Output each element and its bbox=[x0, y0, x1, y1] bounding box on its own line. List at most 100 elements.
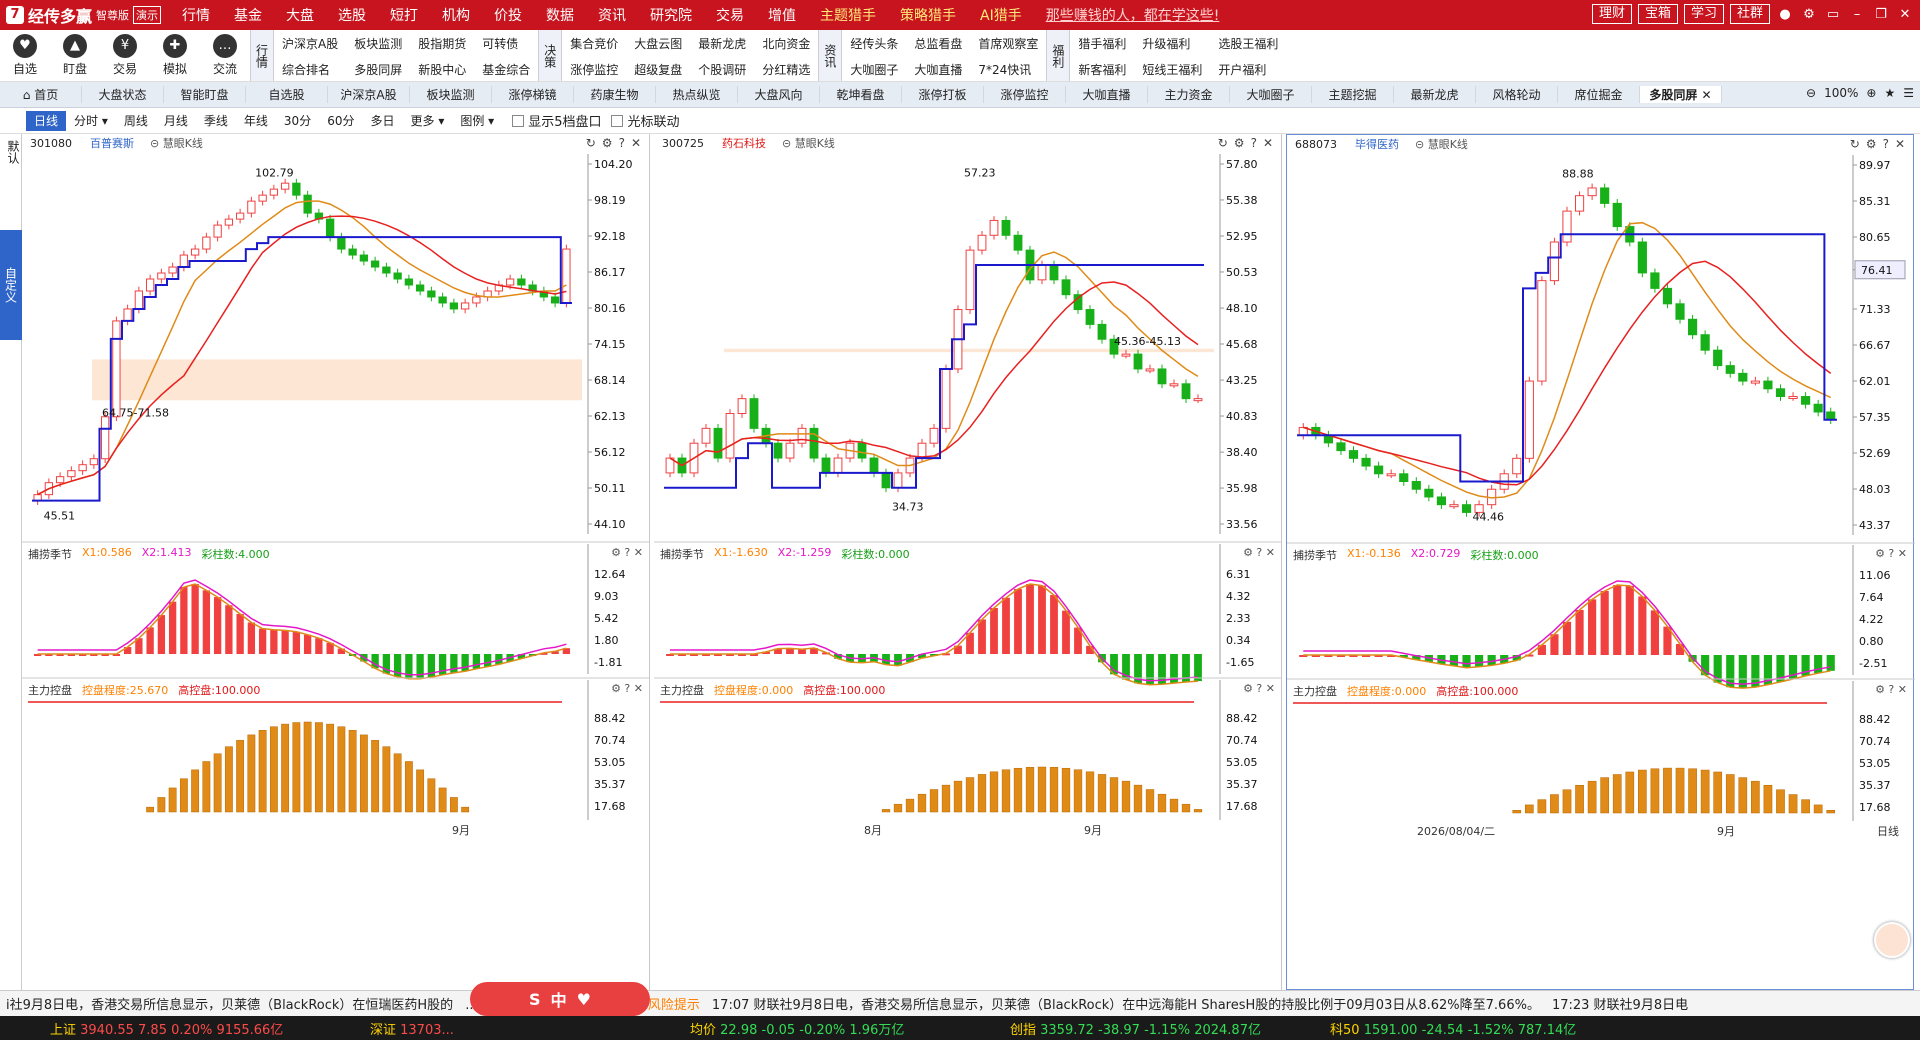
topnav-item[interactable]: 研究院 bbox=[638, 5, 704, 25]
tab-item[interactable]: 大咖直播 bbox=[1066, 86, 1148, 103]
zoom-out-icon[interactable]: ⊖ bbox=[1806, 86, 1816, 100]
checkbox-box[interactable] bbox=[512, 114, 525, 127]
indicator-title[interactable]: 主力控盘 bbox=[1293, 683, 1337, 699]
function-link[interactable]: 沪深京A股 bbox=[274, 35, 346, 52]
topnav-item[interactable]: 价投 bbox=[482, 5, 534, 25]
function-link[interactable]: 多股同屏 bbox=[346, 61, 410, 78]
top-button[interactable]: 宝箱 bbox=[1637, 4, 1678, 24]
topnav-item[interactable]: 大盘 bbox=[274, 5, 326, 25]
float-button[interactable]: ♥ bbox=[577, 990, 591, 1009]
assistant-avatar[interactable] bbox=[1874, 922, 1910, 958]
demo-badge[interactable]: 演示 bbox=[133, 6, 162, 24]
tab-item[interactable]: 热点纵览 bbox=[656, 86, 738, 103]
app-logo[interactable]: 7 经传多赢 智尊版 演示 bbox=[0, 3, 170, 27]
indicator-title[interactable]: 主力控盘 bbox=[660, 682, 704, 698]
function-link[interactable]: 北向资金 bbox=[754, 35, 818, 52]
checkbox-box[interactable] bbox=[611, 114, 624, 127]
topnav-item[interactable]: 基金 bbox=[222, 5, 274, 25]
more-icon[interactable]: ☰ bbox=[1903, 86, 1914, 100]
tab-item[interactable]: 涨停打板 bbox=[902, 86, 984, 103]
news-item[interactable]: i社9月8日电，香港交易所信息显示，贝莱德（BlackRock）在恒瑞医药H股的 bbox=[0, 994, 459, 1013]
tab-item[interactable]: 涨停梯镜 bbox=[492, 86, 574, 103]
function-link[interactable]: 涨停监控 bbox=[562, 61, 626, 78]
period-button[interactable]: 60分 bbox=[319, 112, 362, 129]
function-link[interactable]: 个股调研 bbox=[690, 61, 754, 78]
function-link[interactable]: 集合竞价 bbox=[562, 35, 626, 52]
function-link[interactable]: 大咖圈子 bbox=[842, 61, 906, 78]
indicator-title[interactable]: 捕捞季节 bbox=[1293, 547, 1337, 563]
tab-item[interactable]: 席位掘金 bbox=[1558, 86, 1640, 103]
top-button[interactable]: 社群 bbox=[1729, 4, 1770, 24]
index-item[interactable]: 深证 13703... bbox=[320, 1019, 640, 1038]
topnav-item[interactable]: 策略猎手 bbox=[888, 5, 968, 25]
tab-item[interactable]: 自选股 bbox=[246, 86, 328, 103]
tab-item[interactable]: 沪深京A股 bbox=[328, 86, 410, 103]
checkbox[interactable]: 光标联动 bbox=[611, 111, 679, 130]
period-button[interactable]: 分时 ▾ bbox=[66, 112, 116, 129]
function-link[interactable]: 首席观察室 bbox=[970, 35, 1046, 52]
topnav-item[interactable]: 行情 bbox=[170, 5, 222, 25]
function-link[interactable]: 新客福利 bbox=[1070, 61, 1134, 78]
left-nav-default[interactable]: 默认 bbox=[0, 134, 22, 170]
big-button[interactable]: ✚ 模拟 bbox=[150, 30, 200, 81]
index-item[interactable]: 科50 1591.00 -24.54 -1.52% 787.14亿 bbox=[1280, 1019, 1600, 1038]
close-icon[interactable]: ✕ bbox=[1896, 7, 1914, 22]
function-link[interactable]: 总监看盘 bbox=[906, 35, 970, 52]
top-button[interactable]: 理财 bbox=[1591, 4, 1632, 24]
function-link[interactable]: 分红精选 bbox=[754, 61, 818, 78]
period-button[interactable]: 图例 ▾ bbox=[452, 112, 502, 129]
function-link[interactable]: 新股中心 bbox=[410, 61, 474, 78]
indicator-title[interactable]: 主力控盘 bbox=[28, 682, 72, 698]
tab-item[interactable]: 板块监测 bbox=[410, 86, 492, 103]
topnav-item[interactable]: 交易 bbox=[704, 5, 756, 25]
tab-item[interactable]: 主题挖掘 bbox=[1312, 86, 1394, 103]
minimize-icon[interactable]: – bbox=[1848, 7, 1866, 22]
function-link[interactable]: 大盘云图 bbox=[626, 35, 690, 52]
float-button[interactable]: 中 bbox=[551, 987, 567, 1011]
restore-icon[interactable]: ❐ bbox=[1872, 7, 1890, 22]
topnav-item[interactable]: 增值 bbox=[756, 5, 808, 25]
float-button[interactable]: S bbox=[529, 990, 541, 1009]
index-item[interactable]: 创指 3359.72 -38.97 -1.15% 2024.87亿 bbox=[960, 1019, 1280, 1038]
period-button[interactable]: 月线 bbox=[156, 112, 196, 129]
tab-item[interactable]: 涨停监控 bbox=[984, 86, 1066, 103]
indicator-title[interactable]: 捕捞季节 bbox=[28, 546, 72, 562]
tab-item[interactable]: 主力资金 bbox=[1148, 86, 1230, 103]
tab-item[interactable]: 药康生物 bbox=[574, 86, 656, 103]
big-button[interactable]: … 交流 bbox=[200, 30, 250, 81]
topnav-item[interactable]: AI猎手 bbox=[968, 5, 1034, 25]
topnav-item[interactable]: 选股 bbox=[326, 5, 378, 25]
topnav-item[interactable]: 短打 bbox=[378, 5, 430, 25]
function-link[interactable]: 可转债 bbox=[474, 35, 538, 52]
big-button[interactable]: ♥ 自选 bbox=[0, 30, 50, 81]
top-button[interactable]: 学习 bbox=[1683, 4, 1724, 24]
function-link[interactable]: 板块监测 bbox=[346, 35, 410, 52]
tab-item[interactable]: 多股同屏 ✕ bbox=[1640, 86, 1722, 103]
tab-item[interactable]: 大盘状态 bbox=[82, 86, 164, 103]
function-link[interactable]: 超级复盘 bbox=[626, 61, 690, 78]
function-link[interactable]: 综合排名 bbox=[274, 61, 346, 78]
function-link[interactable]: 经传头条 bbox=[842, 35, 906, 52]
tab-item[interactable]: ⌂ 首页 bbox=[0, 86, 82, 103]
news-ticker[interactable]: i社9月8日电，香港交易所信息显示，贝莱德（BlackRock）在恒瑞医药H股的… bbox=[0, 990, 1920, 1016]
tab-item[interactable]: 风格轮动 bbox=[1476, 86, 1558, 103]
tab-item[interactable]: 大咖圈子 bbox=[1230, 86, 1312, 103]
period-button[interactable]: 30分 bbox=[276, 112, 319, 129]
tab-item[interactable]: 智能盯盘 bbox=[164, 86, 246, 103]
function-link[interactable]: 最新龙虎 bbox=[690, 35, 754, 52]
function-link[interactable]: 7*24快讯 bbox=[970, 61, 1046, 78]
period-button[interactable]: 多日 bbox=[362, 112, 402, 129]
tab-item[interactable]: 最新龙虎 bbox=[1394, 86, 1476, 103]
gear-icon[interactable]: ⚙ bbox=[1800, 7, 1818, 22]
promo-link[interactable]: 那些赚钱的人，都在学这些! bbox=[1034, 5, 1232, 25]
tab-item[interactable]: 大盘风向 bbox=[738, 86, 820, 103]
left-nav-custom[interactable]: 自定义 bbox=[0, 230, 22, 340]
function-link[interactable]: 升级福利 bbox=[1134, 35, 1210, 52]
zoom-in-icon[interactable]: ⊕ bbox=[1866, 86, 1876, 100]
period-button[interactable]: 日线 bbox=[26, 110, 67, 131]
tab-item[interactable]: 乾坤看盘 bbox=[820, 86, 902, 103]
checkbox[interactable]: 显示5档盘口 bbox=[512, 111, 601, 130]
floating-toolbar[interactable]: S 中 ♥ bbox=[470, 982, 650, 1016]
topnav-item[interactable]: 主题猎手 bbox=[808, 5, 888, 25]
period-button[interactable]: 更多 ▾ bbox=[403, 112, 453, 129]
